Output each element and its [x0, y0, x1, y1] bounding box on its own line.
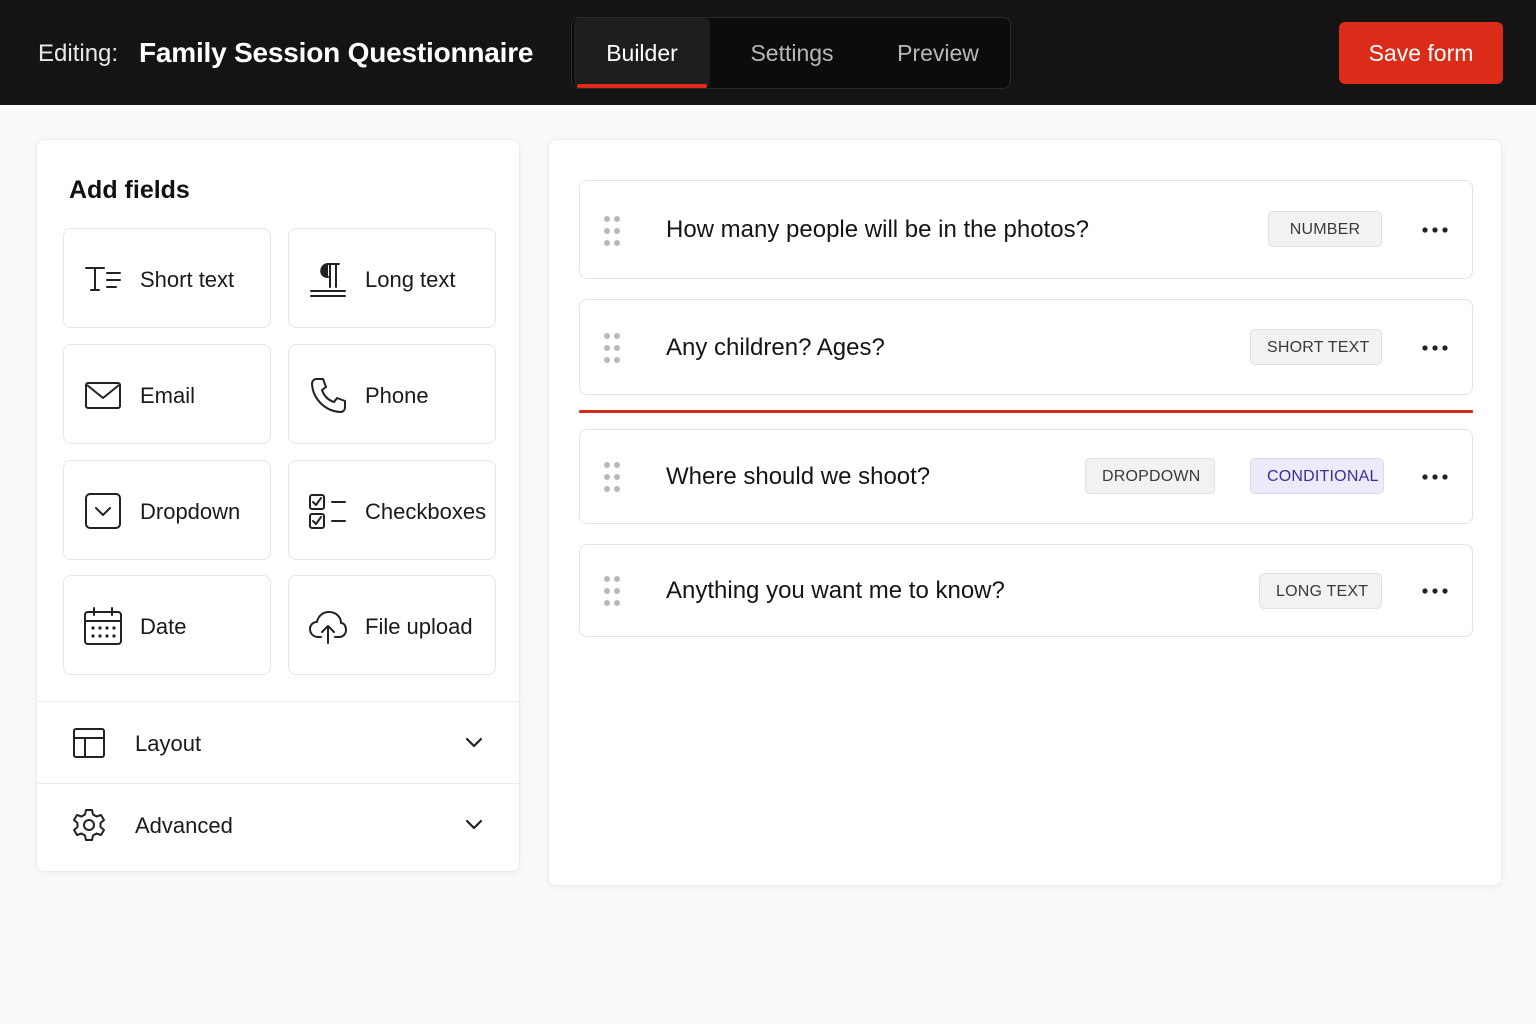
question-card[interactable]: Any children? Ages? SHORT TEXT [579, 299, 1473, 395]
add-fields-panel: Add fields Short text Long text Email Ph… [36, 139, 521, 872]
question-text: Anything you want me to know? [666, 577, 1005, 604]
editing-label: Editing: [38, 40, 119, 67]
field-label: Checkboxes [365, 499, 487, 524]
more-options-icon[interactable] [1418, 466, 1452, 488]
envelope-icon [85, 382, 121, 409]
more-options-icon[interactable] [1418, 580, 1452, 602]
field-label: Email [140, 383, 196, 408]
top-bar: Editing: Family Session Questionnaire Bu… [0, 0, 1536, 105]
save-form-button[interactable]: Save form [1339, 22, 1503, 84]
form-canvas: How many people will be in the photos? N… [548, 139, 1502, 886]
field-tile-file-upload[interactable]: File upload [288, 575, 496, 675]
drag-handle-icon[interactable] [602, 460, 624, 494]
drag-handle-icon[interactable] [602, 574, 624, 608]
more-options-icon[interactable] [1418, 337, 1452, 359]
question-card[interactable]: How many people will be in the photos? N… [579, 180, 1473, 279]
conditional-badge: CONDITIONAL [1250, 458, 1384, 494]
cloud-upload-icon [309, 611, 347, 644]
field-type-badge: NUMBER [1268, 211, 1382, 247]
tab-label: Builder [606, 40, 678, 66]
field-tile-dropdown[interactable]: Dropdown [63, 460, 271, 560]
advanced-section-toggle[interactable]: Advanced [37, 783, 521, 872]
field-tile-phone[interactable]: Phone [288, 344, 496, 444]
field-type-badge: DROPDOWN [1085, 458, 1215, 494]
field-type-badge: LONG TEXT [1259, 573, 1382, 609]
tab-preview[interactable]: Preview [868, 18, 1008, 88]
view-tabs: Builder Settings Preview [571, 17, 1011, 89]
question-card[interactable]: Anything you want me to know? LONG TEXT [579, 544, 1473, 637]
chevron-down-icon [465, 737, 483, 748]
field-tile-long-text[interactable]: Long text [288, 228, 496, 328]
phone-icon [311, 378, 346, 413]
field-tile-short-text[interactable]: Short text [63, 228, 271, 328]
field-label: Phone [365, 383, 429, 408]
field-tile-date[interactable]: Date [63, 575, 271, 675]
tab-label: Preview [897, 40, 979, 66]
field-label: File upload [365, 614, 473, 639]
field-label: Date [140, 614, 187, 639]
drop-indicator [579, 410, 1473, 413]
question-text: How many people will be in the photos? [666, 216, 1089, 243]
field-label: Long text [365, 267, 456, 292]
section-label: Layout [135, 731, 202, 756]
tab-builder[interactable]: Builder [574, 18, 710, 88]
layout-section-toggle[interactable]: Layout [37, 701, 521, 783]
form-title: Family Session Questionnaire [139, 37, 534, 68]
layout-icon [73, 728, 105, 758]
short-text-icon [85, 267, 121, 291]
drag-handle-icon[interactable] [602, 331, 624, 365]
question-text: Any children? Ages? [666, 334, 885, 361]
section-label: Advanced [135, 813, 233, 838]
tab-settings[interactable]: Settings [720, 18, 864, 88]
field-type-badge: SHORT TEXT [1250, 329, 1382, 365]
chevron-down-icon [465, 819, 483, 830]
question-card[interactable]: Where should we shoot? DROPDOWN CONDITIO… [579, 429, 1473, 524]
field-tile-email[interactable]: Email [63, 344, 271, 444]
active-tab-indicator [577, 84, 707, 88]
gear-icon [73, 809, 105, 841]
question-text: Where should we shoot? [666, 463, 931, 490]
dropdown-icon [85, 493, 121, 529]
field-label: Dropdown [140, 499, 241, 524]
drag-handle-icon[interactable] [602, 214, 624, 248]
paragraph-icon [310, 263, 346, 297]
field-label: Short text [140, 267, 235, 292]
checklist-icon [309, 494, 346, 529]
field-tile-checkboxes[interactable]: Checkboxes [288, 460, 496, 560]
tab-label: Settings [750, 40, 834, 66]
more-options-icon[interactable] [1418, 219, 1452, 241]
panel-title: Add fields [69, 176, 190, 204]
calendar-icon [84, 607, 122, 645]
